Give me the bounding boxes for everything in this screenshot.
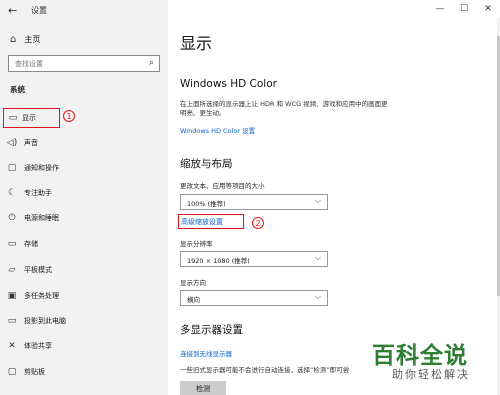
search-placeholder: 查找设置 <box>15 60 43 68</box>
orientation-label: 显示方向 <box>180 279 206 287</box>
multitasking-icon: ▣ <box>7 291 17 301</box>
connect-wireless-display-link[interactable]: 连接到无线显示器 <box>180 348 232 358</box>
window-controls: — ☐ ✕ <box>428 0 500 18</box>
sidebar: ← 设置 ⌂ 主页 查找设置 ⌕ 系统 ▭ 显示 1 ◁) 声音 ▢ 通知和操作… <box>0 0 168 395</box>
scale-dropdown[interactable]: 100% (推荐) ⌵ <box>180 194 328 210</box>
storage-icon: ▭ <box>7 239 17 249</box>
monitor-icon: ▭ <box>8 113 18 123</box>
sidebar-item-shared-experiences[interactable]: ✕ 体验共享 <box>0 336 168 356</box>
sidebar-item-project-to-pc[interactable]: ▭ 投影到此电脑 <box>0 311 168 331</box>
scale-value: 100% (推荐) <box>187 200 226 208</box>
hd-color-settings-link[interactable]: Windows HD Color 设置 <box>180 125 255 135</box>
scale-label: 更改文本、应用等项目的大小 <box>180 182 265 190</box>
chevron-down-icon: ⌵ <box>314 253 321 262</box>
search-input[interactable]: 查找设置 ⌕ <box>8 55 160 72</box>
watermark-main-text: 百科全说 <box>372 343 468 369</box>
sidebar-item-label: 存储 <box>24 240 38 248</box>
sidebar-item-focus-assist[interactable]: ☾ 专注助手 <box>0 183 168 203</box>
sidebar-item-display[interactable]: ▭ 显示 <box>3 108 60 128</box>
resolution-label: 显示分辨率 <box>180 240 213 248</box>
resolution-value: 1920 × 1080 (推荐) <box>187 257 250 265</box>
window-title: 设置 <box>31 6 47 15</box>
sidebar-item-label: 体验共享 <box>24 342 52 350</box>
orientation-dropdown[interactable]: 横向 ⌵ <box>180 290 328 306</box>
hd-color-description-line: 在上面所选择的显示器上让 HDR 和 WCG 视频、游戏和应用中的画面更 <box>180 100 388 108</box>
search-icon: ⌕ <box>148 58 154 68</box>
watermark: 百科全说 助你轻松解决 <box>370 330 500 395</box>
sidebar-item-label: 投影到此电脑 <box>24 317 66 325</box>
annotation-circle-1: 1 <box>63 110 75 122</box>
maximize-icon[interactable]: ☐ <box>452 0 476 18</box>
close-icon[interactable]: ✕ <box>476 0 500 18</box>
section-label-system: 系统 <box>10 85 25 94</box>
minimize-icon[interactable]: — <box>428 0 452 18</box>
advanced-scaling-highlight[interactable]: 高级缩放设置 <box>178 214 244 229</box>
orientation-value: 横向 <box>187 296 200 304</box>
page-title: 显示 <box>180 34 213 53</box>
home-icon: ⌂ <box>10 34 17 45</box>
projector-icon: ▭ <box>7 316 17 326</box>
hd-color-heading: Windows HD Color <box>180 78 277 90</box>
sidebar-item-label: 显示 <box>22 114 36 122</box>
tablet-icon: ▱ <box>8 265 16 275</box>
sidebar-item-tablet-mode[interactable]: ▱ 平板模式 <box>0 260 168 280</box>
sidebar-item-label: 专注助手 <box>24 189 52 197</box>
sidebar-item-power-sleep[interactable]: ⏻ 电源和睡眠 <box>0 208 168 228</box>
clipboard-icon: ▢ <box>7 367 17 377</box>
notification-icon: ▢ <box>7 163 17 173</box>
scale-layout-heading: 缩放与布局 <box>180 158 233 170</box>
hd-color-description-line: 明亮、更生动。 <box>180 109 226 117</box>
sidebar-item-multitasking[interactable]: ▣ 多任务处理 <box>0 286 168 306</box>
sidebar-item-label: 通知和操作 <box>24 164 59 172</box>
sidebar-item-label: 剪贴板 <box>24 368 45 376</box>
title-bar: ← 设置 <box>0 0 168 22</box>
sidebar-item-label: 平板模式 <box>24 266 52 274</box>
share-icon: ✕ <box>8 341 16 351</box>
resolution-dropdown[interactable]: 1920 × 1080 (推荐) ⌵ <box>180 251 328 267</box>
sidebar-item-notifications[interactable]: ▢ 通知和操作 <box>0 158 168 178</box>
sidebar-item-storage[interactable]: ▭ 存储 <box>0 234 168 254</box>
sidebar-item-home[interactable]: ⌂ 主页 <box>10 34 40 45</box>
sidebar-item-label: 多任务处理 <box>24 292 59 300</box>
chevron-down-icon: ⌵ <box>314 196 321 205</box>
advanced-scaling-link[interactable]: 高级缩放设置 <box>181 217 223 227</box>
watermark-sub-text: 助你轻松解决 <box>392 368 470 381</box>
multi-display-description: 一些旧式显示器可能不会进行自动连接，选择“检测”即可尝 <box>180 366 350 374</box>
back-arrow-icon[interactable]: ← <box>8 4 17 17</box>
multi-display-heading: 多显示器设置 <box>180 324 243 336</box>
home-label: 主页 <box>24 35 41 44</box>
detect-button[interactable]: 检测 <box>180 381 226 395</box>
sidebar-item-clipboard[interactable]: ▢ 剪贴板 <box>0 362 168 382</box>
power-icon: ⏻ <box>8 213 16 223</box>
chevron-down-icon: ⌵ <box>314 292 321 301</box>
annotation-circle-2: 2 <box>252 217 264 229</box>
speaker-icon: ◁) <box>6 138 18 148</box>
sidebar-item-label: 电源和睡眠 <box>24 214 59 222</box>
hd-color-description: 在上面所选择的显示器上让 HDR 和 WCG 视频、游戏和应用中的画面更 明亮、… <box>180 100 430 118</box>
sidebar-item-label: 声音 <box>24 139 38 147</box>
moon-icon: ☾ <box>7 188 17 198</box>
sidebar-item-sound[interactable]: ◁) 声音 <box>0 133 168 153</box>
